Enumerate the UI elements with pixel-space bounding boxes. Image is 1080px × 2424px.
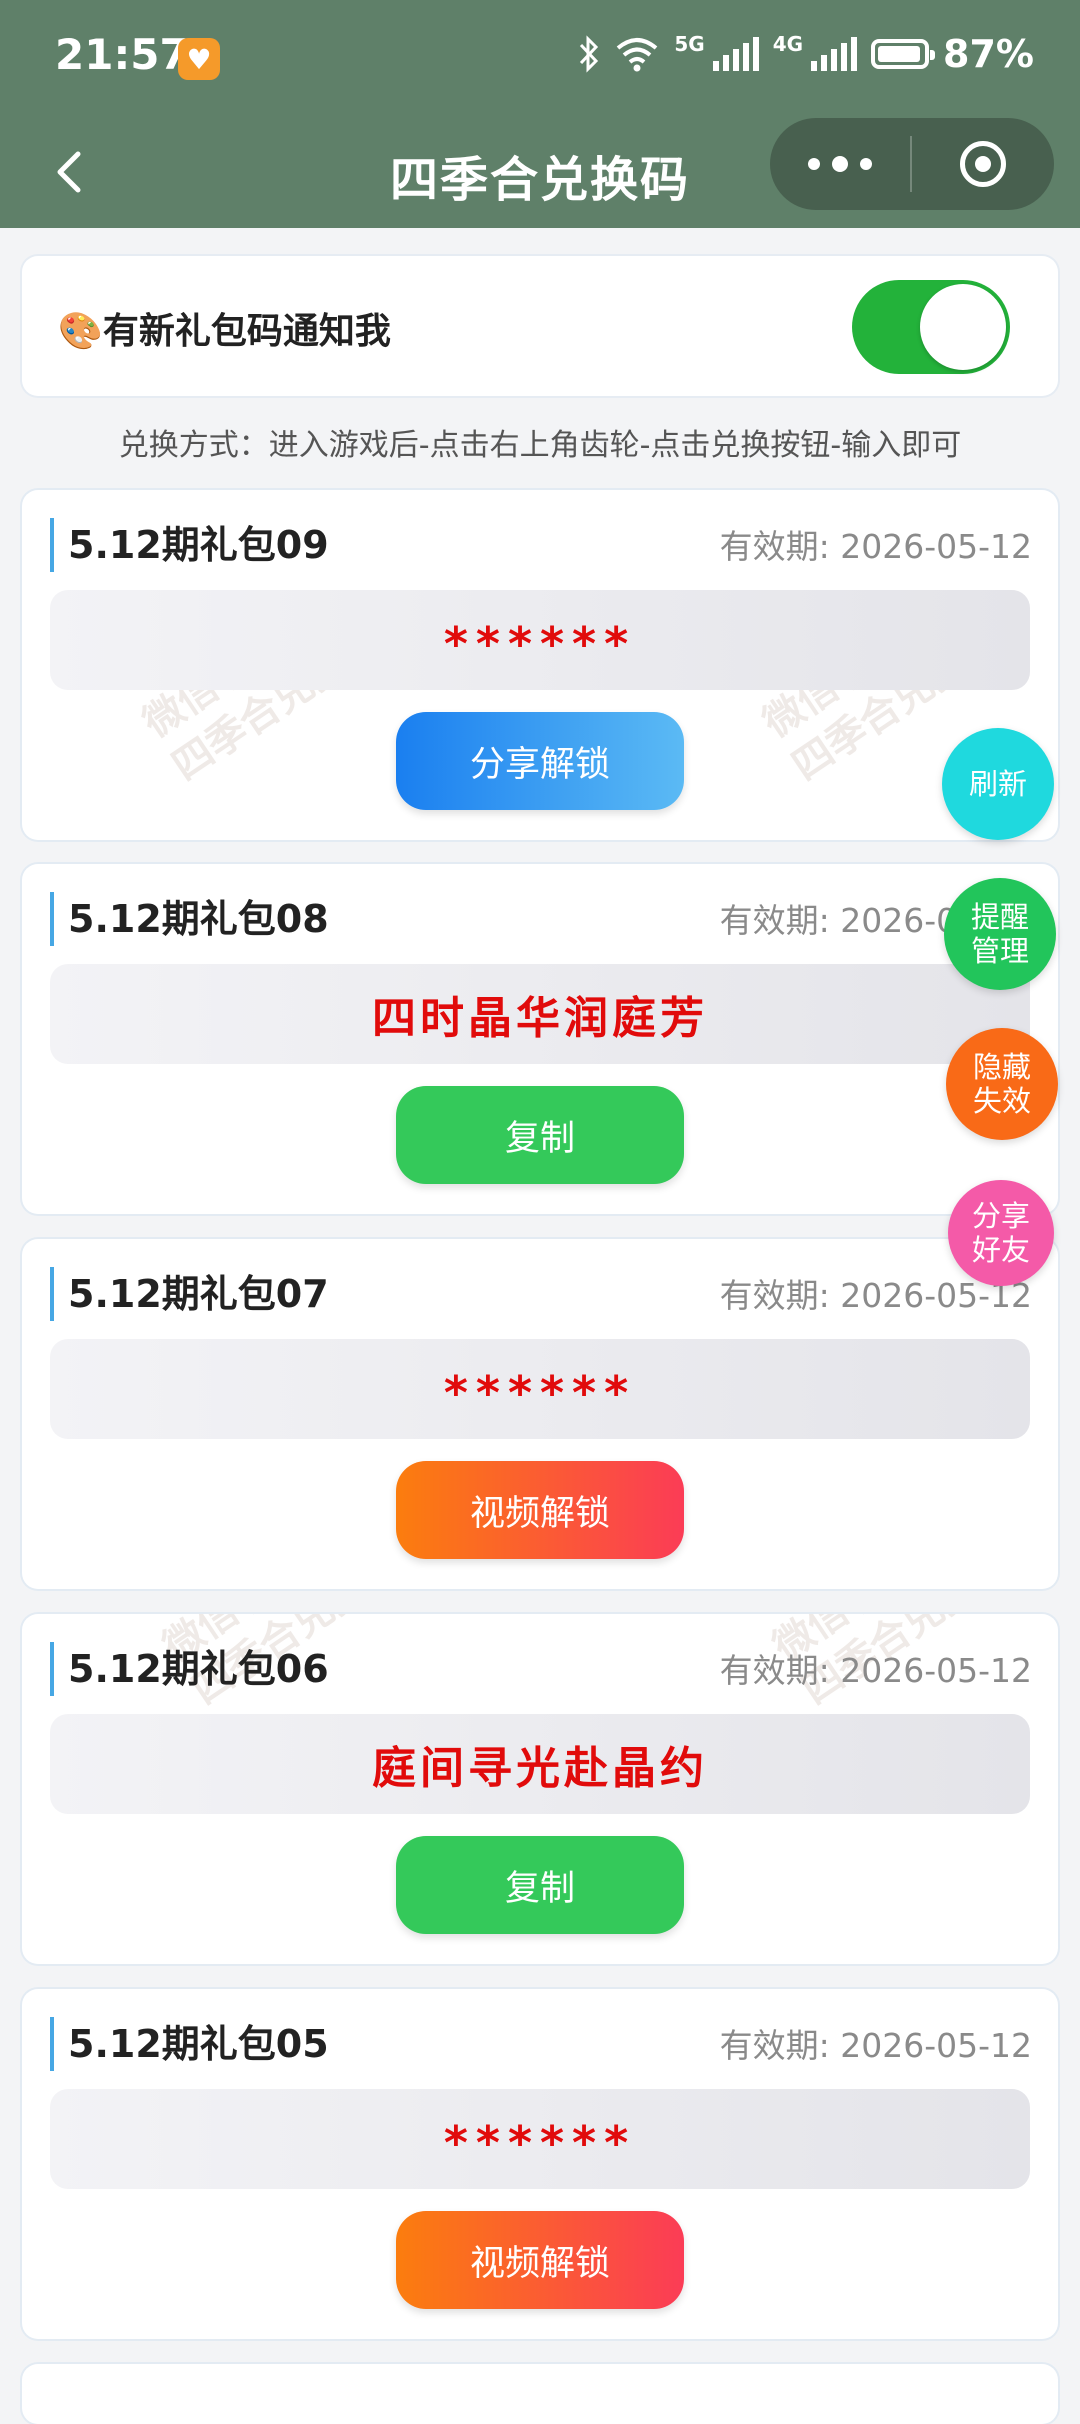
redeem-method-text: 兑换方式：进入游戏后-点击右上角齿轮-点击兑换按钮-输入即可 (118, 428, 962, 463)
card-title: 5.12期礼包05 (50, 2017, 329, 2071)
gift-code: 四时晶华润庭芳 (50, 964, 1030, 1064)
card-expiry: 有效期: 2026-05-12 (719, 2026, 1032, 2065)
palette-icon: 🎨 (58, 311, 103, 352)
miniprogram-capsule (770, 118, 1054, 210)
hide-expired-button[interactable]: 隐藏失效 (946, 1028, 1058, 1140)
card-title: 5.12期礼包08 (50, 892, 329, 946)
card-expiry: 有效期: 2026-05-12 (719, 1651, 1032, 1690)
notify-label: 🎨有新礼包码通知我 (58, 311, 391, 352)
signal-5g-icon (712, 37, 759, 71)
notify-toggle[interactable] (852, 280, 1010, 374)
status-icons: 5G 4G 87% (578, 32, 1034, 76)
gift-code-masked: ****** (50, 1339, 1030, 1439)
gift-card: 5.12期礼包08 有效期: 2026-05-12 四时晶华润庭芳 复制 (22, 864, 1058, 1214)
gift-code-masked: ****** (50, 590, 1030, 690)
gift-card: 5.12期礼包07 有效期: 2026-05-12 ****** 视频解锁 (22, 1239, 1058, 1589)
network-5g-label: 5G (674, 32, 705, 56)
signal-4g-icon (811, 37, 858, 71)
battery-icon (871, 39, 936, 69)
card-title: 5.12期礼包09 (50, 518, 329, 572)
share-unlock-button[interactable]: 分享解锁 (396, 712, 684, 810)
card-title: 5.12期礼包06 (50, 1642, 329, 1696)
target-icon (960, 141, 1006, 187)
close-miniprogram-button[interactable] (912, 118, 1054, 210)
gift-code-masked: ****** (50, 2089, 1030, 2189)
gift-card-partial (22, 2364, 1058, 2424)
more-menu-button[interactable] (770, 118, 910, 210)
card-expiry: 有效期: 2026-05-12 (719, 527, 1032, 566)
wifi-icon (617, 38, 658, 72)
refresh-button[interactable]: 刷新 (942, 728, 1054, 840)
gift-card: 微信小程序四季合兑换码 微信小程序四季合兑换码 5.12期礼包06 有效期: 2… (22, 1614, 1058, 1964)
notify-panel: 🎨有新礼包码通知我 (22, 256, 1058, 396)
copy-button[interactable]: 复制 (396, 1836, 684, 1934)
gift-card: 5.12期礼包05 有效期: 2026-05-12 ****** 视频解锁 (22, 1989, 1058, 2339)
remind-manage-button[interactable]: 提醒管理 (944, 878, 1056, 990)
gift-code: 庭间寻光赴晶约 (50, 1714, 1030, 1814)
copy-button[interactable]: 复制 (396, 1086, 684, 1184)
network-4g-label: 4G (772, 32, 804, 56)
gift-card: 微信小程序四季合兑换码 微信小程序四季合兑换码 5.12期礼包09 有效期: 2… (22, 490, 1058, 840)
video-unlock-button[interactable]: 视频解锁 (396, 2211, 684, 2309)
card-title: 5.12期礼包07 (50, 1267, 329, 1321)
video-unlock-button[interactable]: 视频解锁 (396, 1461, 684, 1559)
notification-app-icon: ♥ (178, 38, 220, 80)
share-friends-button[interactable]: 分享好友 (948, 1180, 1054, 1286)
status-time: 21:57 (55, 30, 189, 79)
battery-percent: 87% (943, 32, 1034, 76)
bluetooth-icon (580, 35, 599, 73)
status-bar: 21:57 ♥ 5G 4G 87% (0, 0, 1080, 120)
